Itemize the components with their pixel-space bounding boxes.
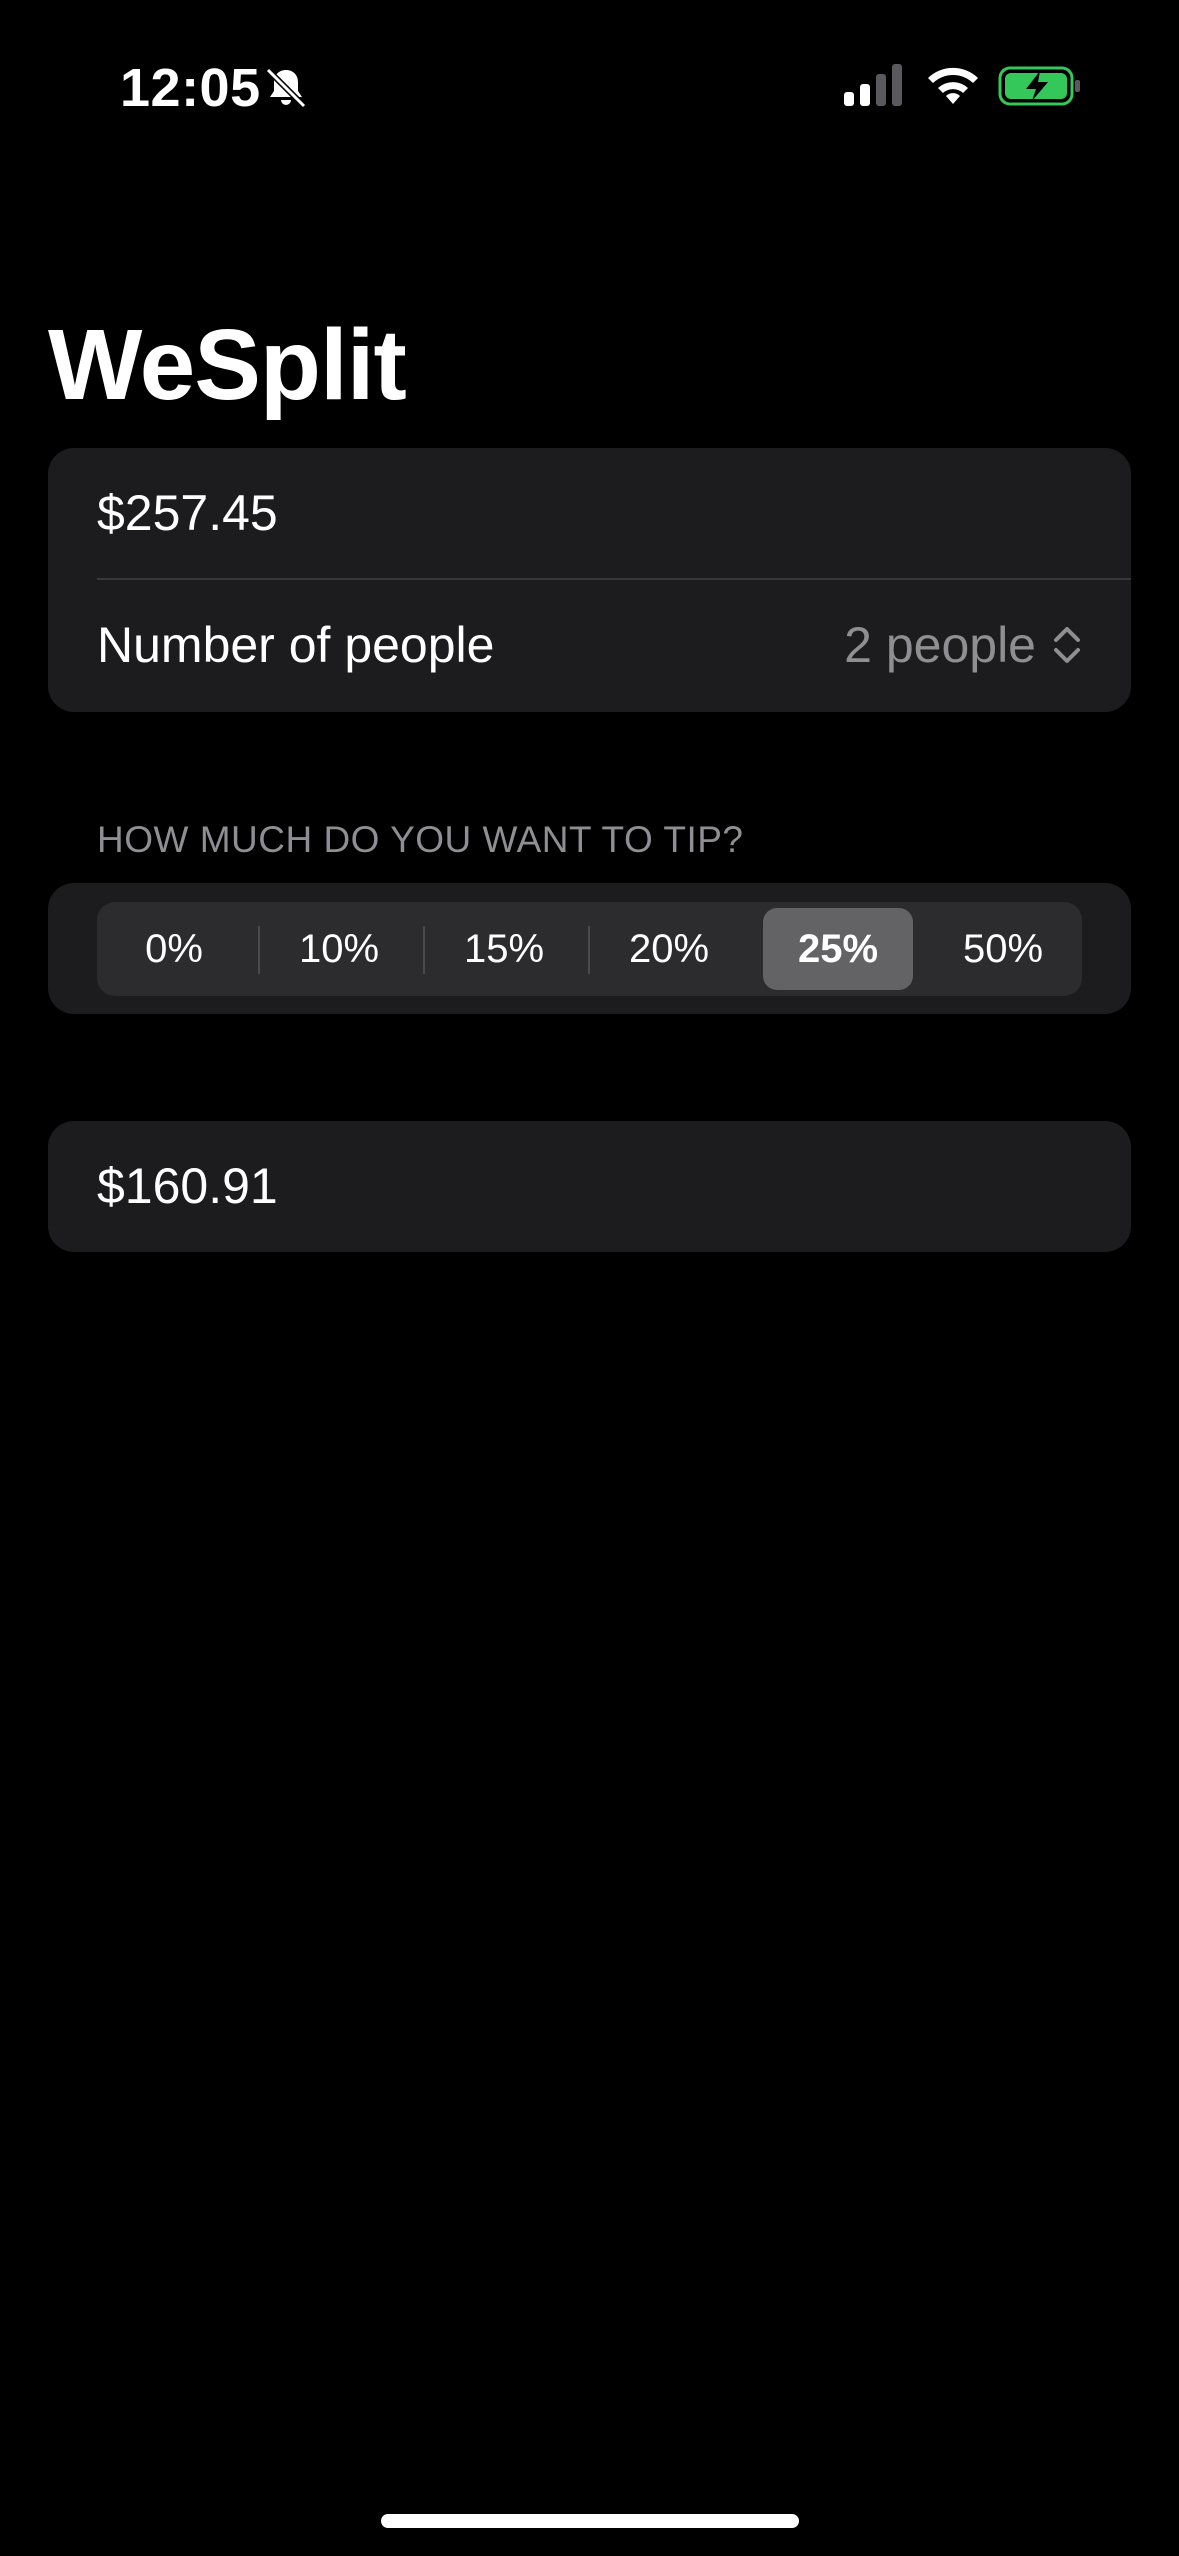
input-form-section: Number of people 2 people <box>48 448 1131 712</box>
result-section: $160.91 <box>48 1121 1131 1252</box>
number-of-people-label: Number of people <box>97 617 495 673</box>
amount-per-person: $160.91 <box>97 1158 278 1214</box>
page-title: WeSplit <box>48 309 407 421</box>
check-amount-input[interactable] <box>97 484 997 542</box>
number-of-people-picker[interactable]: Number of people 2 people <box>48 580 1131 710</box>
chevron-up-down-icon[interactable] <box>1051 621 1083 669</box>
bell-slash-icon <box>265 67 307 109</box>
tip-section: 0% 10% 15% 20% 25% 50% <box>48 883 1131 1014</box>
tip-option-10[interactable]: 10% <box>264 908 414 990</box>
wifi-icon <box>928 67 978 104</box>
tip-option-20[interactable]: 20% <box>594 908 744 990</box>
home-indicator[interactable] <box>381 2514 799 2528</box>
tip-option-25[interactable]: 25% <box>763 908 913 990</box>
tip-option-15[interactable]: 15% <box>429 908 579 990</box>
cellular-signal-icon <box>844 64 902 106</box>
status-time: 12:05 <box>120 58 261 118</box>
status-bar: 12:05 <box>0 0 1179 140</box>
segment-divider <box>588 926 590 974</box>
tip-segmented-control[interactable]: 0% 10% 15% 20% 25% 50% <box>97 902 1082 996</box>
check-amount-row[interactable] <box>48 448 1131 578</box>
battery-charging-icon <box>998 66 1080 106</box>
check-amount-field[interactable] <box>97 483 997 543</box>
segment-divider <box>423 926 425 974</box>
number-of-people-value[interactable]: 2 people <box>844 615 1036 675</box>
segment-divider <box>258 926 260 974</box>
tip-section-header: HOW MUCH DO YOU WANT TO TIP? <box>97 819 744 860</box>
tip-option-0[interactable]: 0% <box>99 908 249 990</box>
tip-option-50[interactable]: 50% <box>928 908 1078 990</box>
